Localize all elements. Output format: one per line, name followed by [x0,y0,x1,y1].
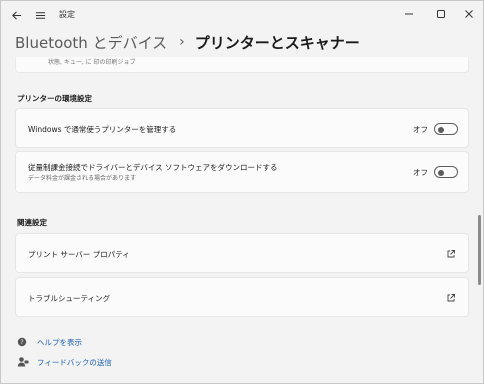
breadcrumb-separator: › [179,34,185,50]
setting-row-default-printer[interactable]: Windows で通常使うプリンターを管理する オフ [15,108,469,148]
send-feedback-text: フィードバックの送信 [37,357,112,367]
setting-sublabel: データ料金が課金される場合があります [28,175,137,182]
breadcrumb: Bluetooth とデバイス › プリンターとスキャナー [15,31,360,53]
help-icon: ? [17,337,27,347]
related-item-label: トラブルシューティング [28,294,111,303]
setting-label: 従量制課金接続でドライバーとデバイス ソフトウェアをダウンロードする [28,163,278,172]
related-item-print-server-properties[interactable]: プリント サーバー プロパティ [15,233,469,273]
window-title: 設定 [59,10,75,19]
hamburger-menu-icon[interactable] [31,6,49,24]
get-help-link[interactable]: ? ヘルプを表示 [17,336,82,348]
metered-download-toggle[interactable] [434,166,458,178]
toggle-knob [438,126,444,133]
partial-card-text: 状態, キュー, に 印の印刷ジョブ [48,59,136,66]
close-button[interactable] [453,3,483,25]
related-item-troubleshoot[interactable]: トラブルシューティング [15,277,469,317]
section-title-related: 関連設定 [17,218,47,227]
vertical-scrollbar[interactable] [478,215,481,285]
open-external-icon [447,250,455,258]
page-title: プリンターとスキャナー [194,33,360,52]
minimize-button[interactable] [393,3,425,25]
section-title-printer-settings: プリンターの環境設定 [17,94,92,103]
related-item-label: プリント サーバー プロパティ [28,250,130,259]
svg-text:?: ? [20,339,23,346]
printer-list-card-partial[interactable]: 状態, キュー, に 印の印刷ジョブ [15,57,469,73]
breadcrumb-parent[interactable]: Bluetooth とデバイス [15,32,167,53]
feedback-icon [17,357,29,367]
setting-row-metered-download[interactable]: 従量制課金接続でドライバーとデバイス ソフトウェアをダウンロードする データ料金… [15,151,469,193]
toggle-state-label: オフ [413,125,428,134]
title-bar: 設定 [1,1,483,29]
settings-window: 設定 Bluetooth とデバイス › プリンターとスキャナー 状態, キュー… [0,0,484,384]
settings-content: 状態, キュー, に 印の印刷ジョブ プリンターの環境設定 Windows で通… [1,57,483,383]
send-feedback-link[interactable]: フィードバックの送信 [17,356,112,368]
toggle-state-label: オフ [413,168,428,177]
default-printer-toggle[interactable] [434,123,458,135]
setting-label: Windows で通常使うプリンターを管理する [28,125,177,134]
open-external-icon [447,294,455,302]
back-arrow-icon[interactable] [7,6,25,24]
toggle-knob [438,169,444,176]
get-help-text: ヘルプを表示 [37,337,82,347]
